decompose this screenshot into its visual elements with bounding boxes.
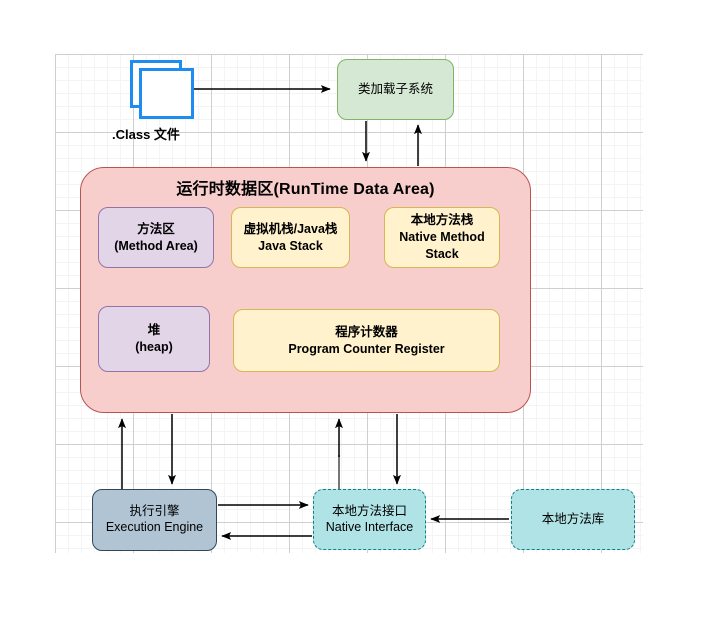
execution-engine-label-cn: 执行引擎	[129, 504, 180, 519]
class-loader-subsystem-box[interactable]: 类加载子系统	[337, 59, 454, 120]
method-area-box[interactable]: 方法区 (Method Area)	[98, 207, 214, 268]
native-interface-label-en: Native Interface	[325, 519, 414, 534]
class-file-label: .Class 文件	[112, 127, 180, 142]
runtime-data-area-box[interactable]: 运行时数据区(RunTime Data Area)	[80, 167, 531, 413]
method-area-label-en: (Method Area)	[114, 238, 198, 253]
native-library-box[interactable]: 本地方法库	[511, 489, 635, 550]
program-counter-box[interactable]: 程序计数器 Program Counter Register	[233, 309, 500, 372]
runtime-data-area-title: 运行时数据区(RunTime Data Area)	[176, 181, 435, 198]
document-front-icon	[139, 68, 194, 119]
program-counter-label-cn: 程序计数器	[335, 324, 398, 339]
execution-engine-box[interactable]: 执行引擎 Execution Engine	[92, 489, 217, 551]
native-method-stack-label-en2: Stack	[425, 246, 459, 261]
native-interface-label-cn: 本地方法接口	[331, 503, 407, 518]
native-method-stack-box[interactable]: 本地方法栈 Native Method Stack	[384, 207, 500, 268]
execution-engine-label-en: Execution Engine	[105, 520, 204, 534]
heap-box[interactable]: 堆 (heap)	[98, 306, 210, 372]
heap-label-en: (heap)	[135, 340, 173, 354]
java-stack-label-cn: 虚拟机栈/Java栈	[243, 221, 338, 236]
native-method-stack-label-en1: Native Method	[399, 230, 485, 245]
native-method-stack-label-cn: 本地方法栈	[410, 213, 474, 228]
native-interface-box[interactable]: 本地方法接口 Native Interface	[313, 489, 426, 550]
method-area-label-cn: 方法区	[137, 221, 175, 236]
native-library-label: 本地方法库	[541, 511, 605, 526]
class-loader-label: 类加载子系统	[357, 81, 433, 96]
java-stack-box[interactable]: 虚拟机栈/Java栈 Java Stack	[231, 207, 350, 268]
program-counter-label-en: Program Counter Register	[288, 341, 445, 356]
heap-label-cn: 堆	[147, 323, 161, 338]
diagram-canvas: .Class 文件 类加载子系统 运行时数据区(RunTime Data Are…	[0, 0, 715, 619]
java-stack-label-en: Java Stack	[258, 238, 323, 253]
